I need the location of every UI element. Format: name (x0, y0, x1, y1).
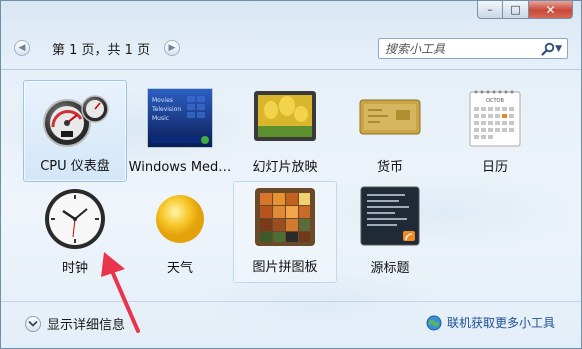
minimize-button[interactable]: – (477, 1, 503, 19)
gadget-label: 天气 (166, 261, 193, 276)
gadget-label: 货币 (376, 160, 403, 175)
get-more-gadgets-online-link[interactable]: 联机获取更多小工具 (426, 314, 555, 331)
maximize-button[interactable]: □ (503, 1, 529, 19)
gadget-gallery-window: – □ ✕ ◀ 第 1 页，共 1 页 ▶ ▼ CPU 仪表盘 (0, 0, 582, 349)
gadget-label: 时钟 (61, 261, 88, 276)
get-more-gadgets-label[interactable]: 联机获取更多小工具 (447, 314, 555, 331)
gadget-label: Windows Med… (128, 160, 232, 175)
caption-buttons: – □ ✕ (477, 1, 573, 19)
media-center-line: Television (151, 106, 181, 113)
gadget-weather[interactable]: 天气 (128, 181, 232, 283)
footer-divider (1, 301, 581, 302)
clock-icon (45, 189, 105, 249)
globe-icon (426, 315, 442, 330)
chevron-left-icon: ◀ (18, 43, 26, 53)
show-details-toggle[interactable]: 显示详细信息 (25, 314, 125, 333)
picture-puzzle-icon (255, 188, 315, 246)
gadget-clock[interactable]: 时钟 (23, 181, 127, 283)
windows-media-center-icon: Movies Television Music (147, 88, 213, 148)
search-input[interactable] (379, 41, 541, 56)
slideshow-icon (254, 91, 316, 141)
calendar-month: OCTOB (486, 98, 504, 104)
chevron-right-icon: ▶ (168, 43, 176, 53)
prev-page-button[interactable]: ◀ (14, 40, 30, 56)
calendar-icon: OCTOB (469, 90, 521, 147)
toolbar-divider (1, 69, 581, 70)
gadget-picture-puzzle[interactable]: 图片拼图板 (233, 181, 337, 283)
gadget-label: 日历 (481, 160, 508, 175)
currency-icon (359, 99, 421, 135)
gadget-slideshow[interactable]: 幻灯片放映 (233, 80, 337, 182)
gadget-feed-headlines[interactable]: 源标题 (338, 181, 442, 283)
gadget-label: 图片拼图板 (252, 260, 318, 275)
weather-icon (156, 195, 204, 243)
search-icon[interactable] (541, 42, 555, 56)
next-page-button[interactable]: ▶ (164, 40, 180, 56)
chevron-down-icon[interactable] (25, 315, 41, 332)
gadget-calendar[interactable]: OCTOB 日历 (443, 80, 547, 182)
gadget-label: CPU 仪表盘 (40, 159, 110, 174)
media-center-line: Movies (152, 97, 173, 104)
show-details-label[interactable]: 显示详细信息 (47, 314, 125, 333)
gadget-label: 源标题 (370, 261, 410, 276)
search-box[interactable]: ▼ (378, 38, 568, 59)
gadget-currency[interactable]: 货币 (338, 80, 442, 182)
media-center-line: Music (152, 115, 169, 122)
gadget-label: 幻灯片放映 (252, 160, 318, 175)
gadget-cpu-meter[interactable]: CPU 仪表盘 (23, 80, 127, 182)
page-indicator: 第 1 页，共 1 页 (52, 43, 151, 58)
search-dropdown-icon[interactable]: ▼ (555, 44, 567, 54)
close-button[interactable]: ✕ (529, 1, 573, 19)
gadget-windows-media-center[interactable]: Movies Television Music Windows Med… (128, 80, 232, 182)
feed-headlines-icon (360, 186, 420, 246)
cpu-meter-icon (43, 95, 109, 147)
